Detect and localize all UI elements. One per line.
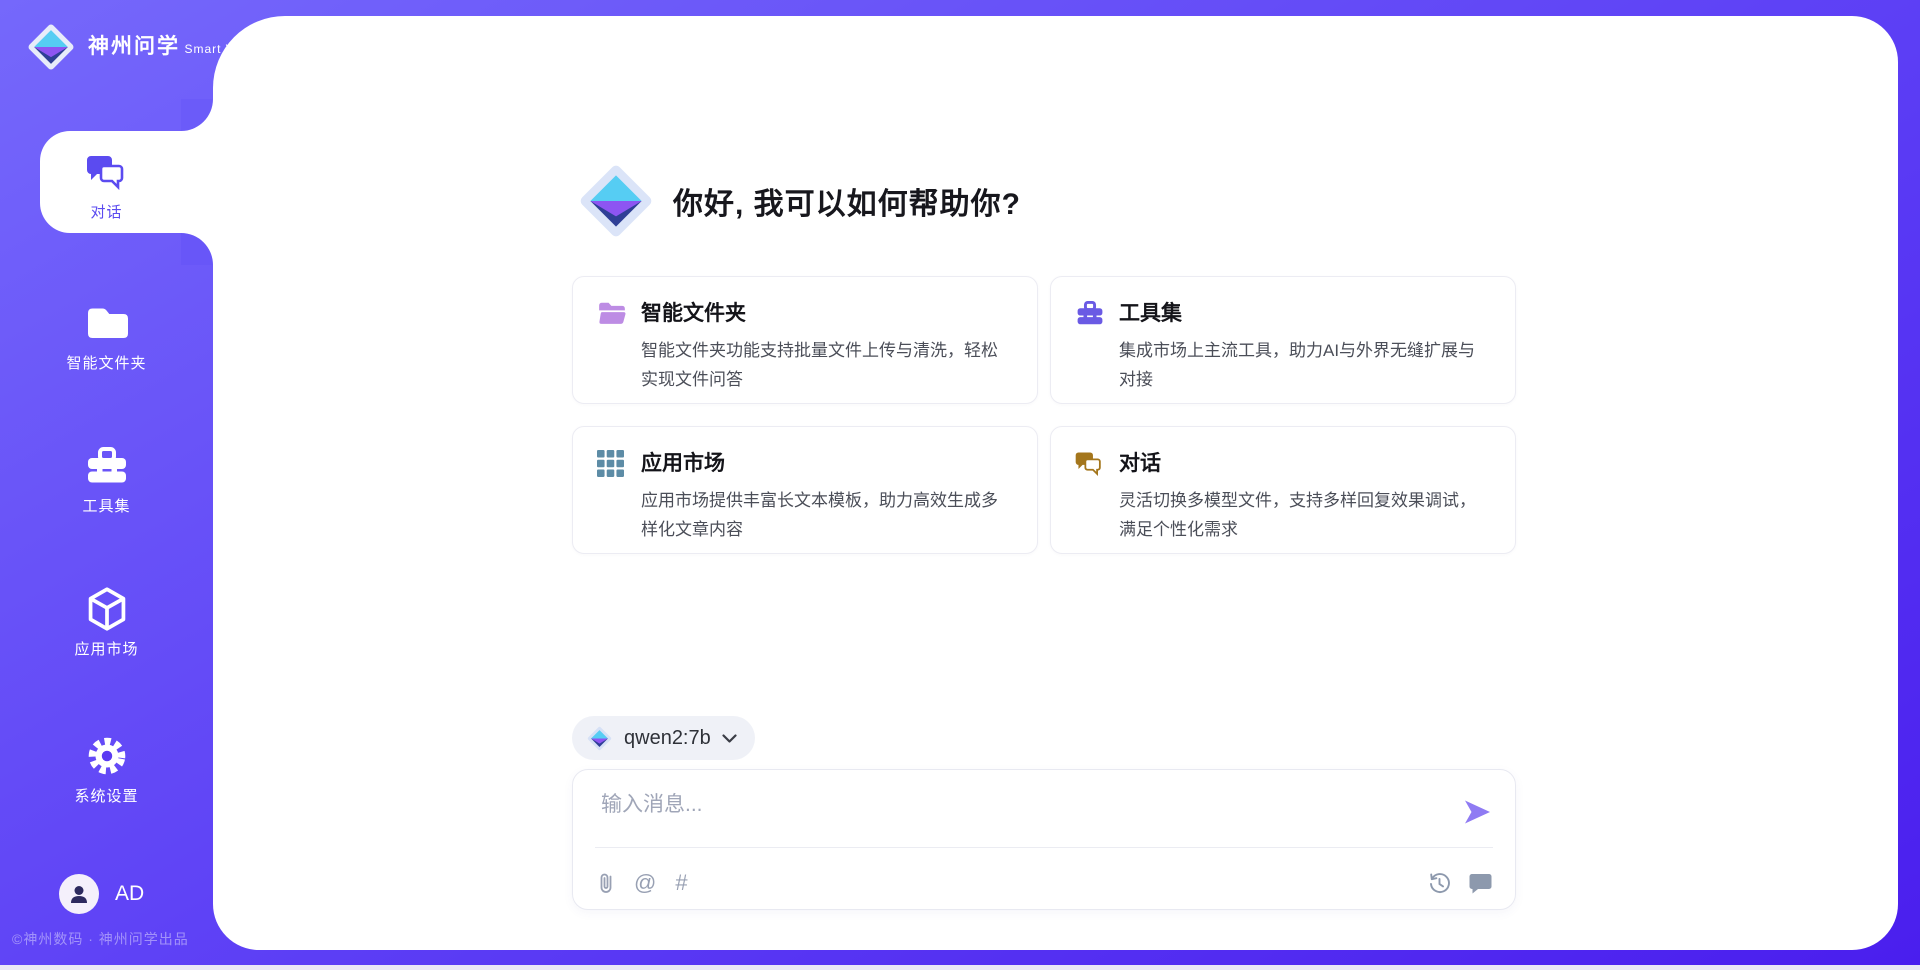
card-app-market[interactable]: 应用市场 应用市场提供丰富长文本模板，助力高效生成多样化文章内容 [572, 426, 1038, 554]
sidebar-item-toolset[interactable]: 工具集 [0, 443, 213, 516]
model-selector[interactable]: qwen2:7b [572, 716, 755, 760]
card-toolset[interactable]: 工具集 集成市场上主流工具，助力AI与外界无缝扩展与对接 [1050, 276, 1516, 404]
sidebar-item-smart-folder[interactable]: 智能文件夹 [0, 300, 213, 373]
user-account[interactable]: AD [59, 874, 144, 914]
cube-icon [0, 586, 213, 632]
sidebar-item-settings[interactable]: 系统设置 [0, 733, 213, 806]
message-composer: @ # [572, 769, 1516, 910]
app-grid-icon [597, 447, 627, 533]
brand-name-en: Smart Vision [184, 42, 264, 56]
card-description: 集成市场上主流工具，助力AI与外界无缝扩展与对接 [1119, 336, 1491, 394]
send-icon [1462, 799, 1492, 825]
composer-divider [595, 847, 1493, 848]
paperclip-icon [597, 871, 615, 895]
attach-file-button[interactable] [597, 871, 615, 895]
history-clock-icon [1427, 871, 1451, 895]
message-input[interactable] [599, 786, 1445, 842]
model-name: qwen2:7b [624, 727, 711, 750]
model-logo-diamond-icon [586, 725, 613, 752]
sidebar-item-label: 智能文件夹 [0, 352, 213, 373]
brand-name-cn: 神州问学 [88, 35, 180, 58]
brand-logo-diamond-icon [24, 20, 78, 74]
sidebar-item-label: 应用市场 [0, 638, 213, 659]
folder-icon [0, 300, 213, 346]
greeting-title: 你好, 我可以如何帮助你? [673, 179, 1021, 223]
composer-toolbar: @ # [597, 866, 1493, 900]
user-initials: AD [115, 882, 144, 906]
copyright-text: ©神州数码 · 神州问学出品 [12, 929, 189, 949]
hero-logo-diamond-icon [575, 160, 657, 242]
mention-button[interactable]: @ [634, 872, 656, 894]
sidebar-item-label: 系统设置 [0, 785, 213, 806]
folder-open-icon [597, 297, 627, 383]
sidebar-item-label: 工具集 [0, 495, 213, 516]
chat-mode-button[interactable] [1468, 872, 1493, 894]
card-title: 对话 [1119, 447, 1491, 477]
chat-bubbles-icon [0, 149, 213, 195]
active-tab-fillet-top [181, 99, 213, 131]
card-title: 智能文件夹 [641, 297, 1013, 327]
card-description: 应用市场提供丰富长文本模板，助力高效生成多样化文章内容 [641, 486, 1013, 544]
send-button[interactable] [1461, 796, 1493, 828]
history-button[interactable] [1427, 871, 1451, 895]
chat-bubbles-icon [1075, 447, 1105, 533]
hashtag-button[interactable]: # [675, 872, 687, 894]
brand: 神州问学 Smart Vision [24, 20, 264, 74]
bottom-edge-strip [0, 965, 1920, 970]
sidebar-item-label: 对话 [0, 201, 213, 222]
chat-bubble-icon [1468, 872, 1493, 894]
sidebar-item-chat[interactable]: 对话 [0, 149, 213, 222]
card-description: 智能文件夹功能支持批量文件上传与清洗，轻松实现文件问答 [641, 336, 1013, 394]
app-root: 神州问学 Smart Vision 对话 智能文件夹 [0, 0, 1920, 970]
card-description: 灵活切换多模型文件，支持多样回复效果调试，满足个性化需求 [1119, 486, 1491, 544]
chevron-down-icon [722, 734, 737, 743]
hero: 你好, 我可以如何帮助你? [575, 160, 1021, 242]
sidebar-item-app-market[interactable]: 应用市场 [0, 586, 213, 659]
feature-cards: 智能文件夹 智能文件夹功能支持批量文件上传与清洗，轻松实现文件问答 工具集 集成… [572, 276, 1516, 554]
card-chat[interactable]: 对话 灵活切换多模型文件，支持多样回复效果调试，满足个性化需求 [1050, 426, 1516, 554]
card-title: 工具集 [1119, 297, 1491, 327]
active-tab-fillet-bottom [181, 233, 213, 265]
card-smart-folder[interactable]: 智能文件夹 智能文件夹功能支持批量文件上传与清洗，轻松实现文件问答 [572, 276, 1038, 404]
toolbox-icon [0, 443, 213, 489]
gear-icon [0, 733, 213, 779]
toolbox-icon [1075, 297, 1105, 383]
card-title: 应用市场 [641, 447, 1013, 477]
avatar [59, 874, 99, 914]
